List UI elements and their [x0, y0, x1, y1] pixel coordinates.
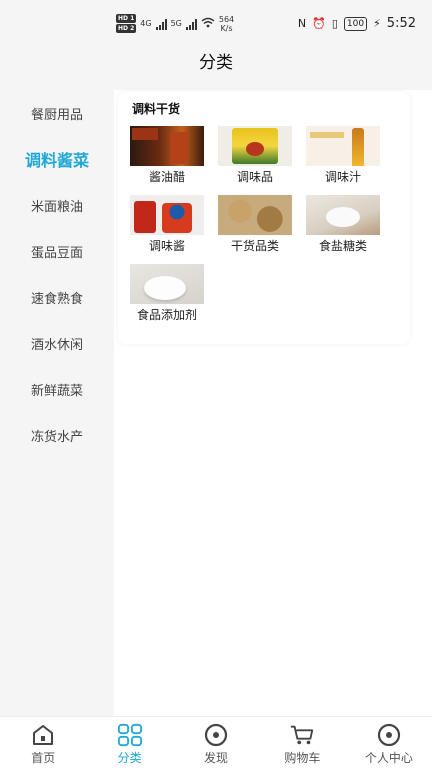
nav-profile[interactable]: 个人中心	[346, 717, 432, 768]
subcategory-grid: 酱油醋 调味品 调味汁 调味酱 干货品类 食盐糖类 食品添加剂	[130, 126, 380, 323]
nav-label: 个人中心	[364, 751, 413, 765]
subcategory-label: 干货品类	[230, 239, 279, 253]
nav-cart[interactable]: 购物车	[259, 717, 345, 768]
food-additive-image	[130, 264, 204, 304]
seasoning-image	[218, 126, 292, 166]
hd1-badge: HD 1	[116, 14, 137, 23]
sauce-bottle-image	[306, 126, 380, 166]
nav-label: 分类	[117, 751, 142, 765]
sidebar-item-grain-oil[interactable]: 米面粮油	[0, 182, 114, 228]
sidebar-item-label: 新鲜蔬菜	[30, 383, 83, 399]
sidebar-item-condiments[interactable]: 调料酱菜	[0, 136, 114, 182]
hd2-badge: HD 2	[116, 24, 137, 33]
sidebar-item-label: 调料酱菜	[24, 151, 89, 170]
subcategory-salt-sugar[interactable]: 食盐糖类	[306, 195, 380, 254]
subcategory-condiment-paste[interactable]: 调味酱	[130, 195, 204, 254]
sidebar-item-label: 米面粮油	[30, 199, 83, 215]
condiment-jar-image	[130, 195, 204, 235]
net-speed-unit: K/s	[220, 23, 233, 33]
cart-icon	[289, 723, 315, 747]
nav-label: 发现	[204, 751, 229, 765]
status-time: 5:52	[386, 16, 416, 31]
soy-sauce-vinegar-image	[130, 126, 204, 166]
dried-goods-image	[218, 195, 292, 235]
nav-label: 购物车	[284, 751, 321, 765]
network-type-1: 4G	[140, 19, 152, 28]
home-icon	[30, 723, 56, 747]
category-grid-icon	[117, 723, 143, 747]
sidebar-item-label: 酒水休闲	[30, 337, 83, 353]
wifi-icon	[201, 17, 215, 30]
subcategory-label: 食品添加剂	[136, 308, 197, 322]
nav-label: 首页	[31, 751, 56, 765]
sidebar-item-vegetables[interactable]: 新鲜蔬菜	[0, 366, 114, 412]
bottom-nav: 首页 分类 发现 购物车 个人中心	[0, 716, 432, 768]
battery-indicator: 100	[343, 16, 368, 31]
subcategory-card: 调料干货 酱油醋 调味品 调味汁 调味酱 干货品类 食盐糖类 食品添加剂	[118, 92, 410, 344]
alarm-icon: ⏰	[312, 17, 326, 30]
sidebar-item-kitchenware[interactable]: 餐厨用品	[0, 90, 114, 136]
status-bar: HD 1 HD 2 4G 5G 564 K/s N ⏰ ▯ 100 ⚡ 5:52	[0, 0, 432, 50]
subcategory-label: 调味汁	[324, 170, 361, 184]
subcategory-dried-goods[interactable]: 干货品类	[218, 195, 292, 254]
section-title: 调料干货	[132, 102, 181, 116]
vibrate-icon: ▯	[331, 17, 338, 30]
nav-home[interactable]: 首页	[0, 717, 86, 768]
subcategory-soy-vinegar[interactable]: 酱油醋	[130, 126, 204, 185]
page-title: 分类	[199, 53, 233, 73]
sidebar-item-label: 蛋品豆面	[30, 245, 83, 261]
profile-icon	[376, 723, 402, 747]
subcategory-food-additive[interactable]: 食品添加剂	[130, 264, 204, 323]
sidebar-item-drinks-snacks[interactable]: 酒水休闲	[0, 320, 114, 366]
subcategory-label: 酱油醋	[148, 170, 185, 184]
hd-indicators: HD 1 HD 2	[116, 14, 137, 33]
subcategory-label: 调味酱	[148, 239, 185, 253]
sidebar-item-label: 餐厨用品	[30, 107, 83, 123]
subcategory-sauce-juice[interactable]: 调味汁	[306, 126, 380, 185]
sidebar-item-frozen-seafood[interactable]: 冻货水产	[0, 412, 114, 458]
category-sidebar: 餐厨用品 调料酱菜 米面粮油 蛋品豆面 速食熟食 酒水休闲 新鲜蔬菜 冻货水产	[0, 90, 114, 458]
subcategory-label: 食盐糖类	[318, 239, 367, 253]
sidebar-item-label: 冻货水产	[30, 429, 83, 445]
discover-icon	[203, 723, 229, 747]
status-right: N ⏰ ▯ 100 ⚡ 5:52	[298, 16, 416, 31]
nfc-icon: N	[297, 17, 307, 30]
sidebar-item-eggs-tofu[interactable]: 蛋品豆面	[0, 228, 114, 274]
subcategory-seasoning[interactable]: 调味品	[218, 126, 292, 185]
subcategory-label: 调味品	[236, 170, 273, 184]
salt-sugar-image	[306, 195, 380, 235]
signal-icon	[155, 18, 167, 30]
network-type-2: 5G	[170, 19, 182, 28]
nav-discover[interactable]: 发现	[173, 717, 259, 768]
signal-icon	[185, 18, 197, 30]
net-speed: 564 K/s	[219, 15, 234, 33]
nav-category[interactable]: 分类	[86, 717, 172, 768]
charging-icon: ⚡	[373, 17, 381, 30]
status-left: HD 1 HD 2 4G 5G 564 K/s	[116, 14, 234, 33]
sidebar-item-fast-food[interactable]: 速食熟食	[0, 274, 114, 320]
sidebar-item-label: 速食熟食	[30, 291, 83, 307]
net-speed-value: 564	[218, 14, 235, 24]
